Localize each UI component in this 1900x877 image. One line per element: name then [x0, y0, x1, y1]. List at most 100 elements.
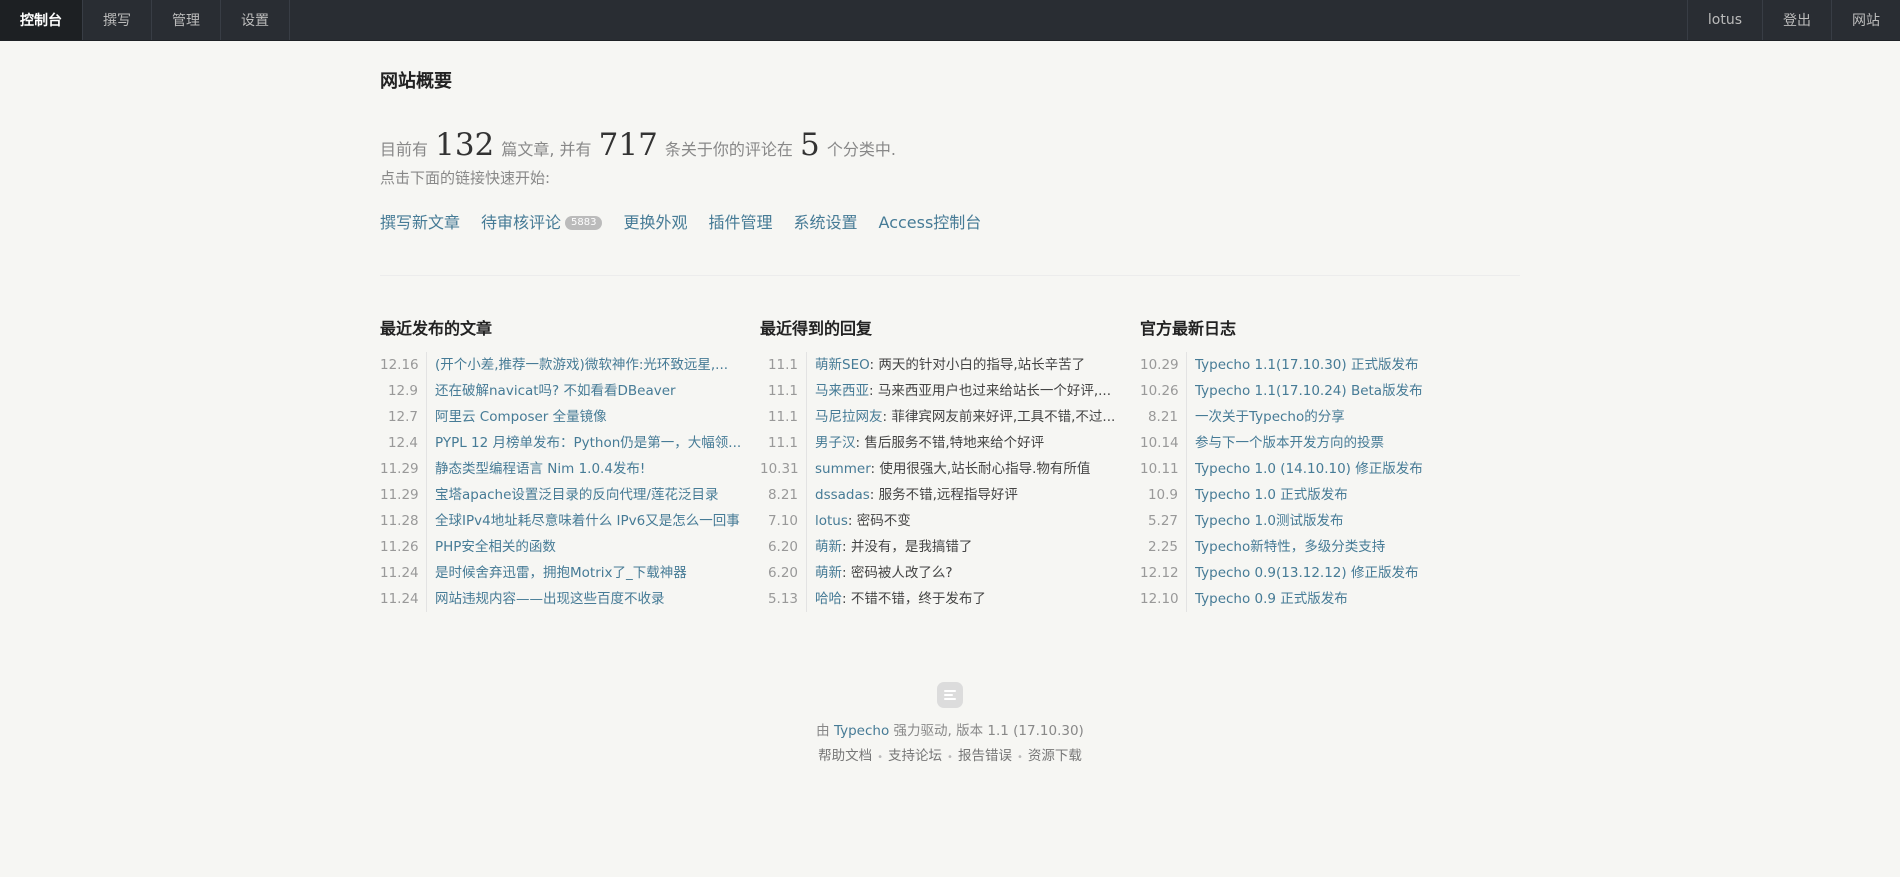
- reply-date: 8.21: [760, 482, 807, 508]
- support-forum-link[interactable]: 支持论坛: [888, 748, 942, 764]
- pending-comments-label: 待审核评论: [481, 213, 562, 232]
- post-row: 11.29 宝塔apache设置泛目录的反向代理/莲花泛目录: [380, 482, 760, 508]
- system-settings-link[interactable]: 系统设置: [794, 213, 858, 232]
- report-bug-link[interactable]: 报告错误: [958, 748, 1012, 764]
- post-title-link[interactable]: 阿里云 Composer 全量镜像: [435, 409, 607, 425]
- pending-count-badge: 5883: [565, 215, 603, 230]
- main-content: 网站概要 目前有 132 篇文章, 并有 717 条关于你的评论在 5 个分类中…: [380, 69, 1520, 766]
- reply-date: 11.1: [760, 378, 807, 404]
- category-count: 5: [800, 127, 820, 163]
- post-title-link[interactable]: 静态类型编程语言 Nim 1.0.4发布!: [435, 461, 645, 477]
- comment-count: 717: [598, 127, 658, 163]
- log-date: 2.25: [1140, 534, 1187, 560]
- reply-author-link[interactable]: 萌新: [815, 539, 842, 555]
- reply-author-link[interactable]: dssadas: [815, 487, 870, 503]
- typecho-logo-icon: [937, 682, 963, 708]
- post-title-link[interactable]: 宝塔apache设置泛目录的反向代理/莲花泛目录: [435, 487, 718, 503]
- log-row: 10.11 Typecho 1.0 (14.10.10) 修正版发布: [1140, 456, 1520, 482]
- post-date: 12.7: [380, 404, 427, 430]
- footer-links: 帮助文档 • 支持论坛 • 报告错误 • 资源下载: [380, 746, 1520, 766]
- log-title-link[interactable]: 一次关于Typecho的分享: [1195, 409, 1345, 425]
- reply-author-link[interactable]: 哈哈: [815, 591, 842, 607]
- reply-author-link[interactable]: 马来西亚: [815, 383, 869, 399]
- post-entry: PYPL 12 月榜单发布：Python仍是第一，大幅领...: [435, 430, 760, 456]
- log-date: 8.21: [1140, 404, 1187, 430]
- plugins-link[interactable]: 插件管理: [709, 213, 773, 232]
- post-count: 132: [435, 127, 495, 163]
- footer-by: 由: [816, 723, 830, 739]
- change-theme-link[interactable]: 更换外观: [623, 213, 687, 232]
- post-title-link[interactable]: 还在破解navicat吗? 不如看看DBeaver: [435, 383, 676, 399]
- log-title-link[interactable]: Typecho 1.1(17.10.30) 正式版发布: [1195, 357, 1418, 373]
- reply-text: : 售后服务不错,特地来给个好评: [855, 435, 1045, 451]
- log-row: 10.26 Typecho 1.1(17.10.24) Beta版发布: [1140, 378, 1520, 404]
- post-title-link[interactable]: PHP安全相关的函数: [435, 539, 556, 555]
- log-date: 10.9: [1140, 482, 1187, 508]
- reply-entry: 萌新SEO: 两天的针对小白的指导,站长辛苦了: [815, 352, 1140, 378]
- reply-author-link[interactable]: 马尼拉网友: [815, 409, 883, 425]
- post-title-link[interactable]: 网站违规内容——出现这些百度不收录: [435, 591, 665, 607]
- recent-replies-section: 最近得到的回复 11.1 萌新SEO: 两天的针对小白的指导,站长辛苦了 11.1 马…: [760, 318, 1140, 612]
- log-date: 10.11: [1140, 456, 1187, 482]
- nav-user[interactable]: lotus: [1686, 0, 1762, 40]
- log-entry: Typecho 1.1(17.10.24) Beta版发布: [1195, 378, 1520, 404]
- post-date: 12.16: [380, 352, 427, 378]
- reply-author-link[interactable]: 萌新: [815, 565, 842, 581]
- write-post-link[interactable]: 撰写新文章: [380, 213, 460, 232]
- log-title-link[interactable]: 参与下一个版本开发方向的投票: [1195, 435, 1384, 451]
- access-console-link[interactable]: Access控制台: [879, 213, 982, 232]
- post-entry: 阿里云 Composer 全量镜像: [435, 404, 760, 430]
- log-title-link[interactable]: Typecho 0.9 正式版发布: [1195, 591, 1348, 607]
- log-title-link[interactable]: Typecho 0.9(13.12.12) 修正版发布: [1195, 565, 1418, 581]
- log-title-link[interactable]: Typecho新特性，多级分类支持: [1195, 539, 1385, 555]
- nav-write[interactable]: 撰写: [83, 0, 152, 40]
- log-title-link[interactable]: Typecho 1.0测试版发布: [1195, 513, 1344, 529]
- log-title-link[interactable]: Typecho 1.1(17.10.24) Beta版发布: [1195, 383, 1423, 399]
- reply-author-link[interactable]: lotus: [815, 513, 848, 529]
- recent-replies-list: 11.1 萌新SEO: 两天的针对小白的指导,站长辛苦了 11.1 马来西亚: 马来西…: [760, 352, 1140, 612]
- help-docs-link[interactable]: 帮助文档: [818, 748, 872, 764]
- dashboard-columns: 最近发布的文章 12.16 (开个小差,推荐一款游戏)微软神作:光环致远星,...…: [380, 318, 1520, 612]
- nav-dashboard[interactable]: 控制台: [0, 0, 83, 40]
- reply-entry: 萌新: 密码被人改了么?: [815, 560, 1140, 586]
- log-date: 12.10: [1140, 586, 1187, 612]
- log-entry: Typecho 1.1(17.10.30) 正式版发布: [1195, 352, 1520, 378]
- reply-row: 11.1 男子汉: 售后服务不错,特地来给个好评: [760, 430, 1140, 456]
- post-title-link[interactable]: PYPL 12 月榜单发布：Python仍是第一，大幅领...: [435, 435, 741, 451]
- post-title-link[interactable]: 是时候舍弃迅雷，拥抱Motrix了_下载神器: [435, 565, 687, 581]
- reply-date: 7.10: [760, 508, 807, 534]
- nav-right: lotus 登出 网站: [1686, 0, 1900, 40]
- reply-text: : 密码被人改了么?: [842, 565, 953, 581]
- log-entry: 参与下一个版本开发方向的投票: [1195, 430, 1520, 456]
- reply-entry: lotus: 密码不变: [815, 508, 1140, 534]
- log-row: 10.14 参与下一个版本开发方向的投票: [1140, 430, 1520, 456]
- nav-site[interactable]: 网站: [1831, 0, 1900, 40]
- log-entry: Typecho 1.0测试版发布: [1195, 508, 1520, 534]
- post-row: 11.28 全球IPv4地址耗尽意味着什么 IPv6又是怎么一回事: [380, 508, 760, 534]
- log-row: 5.27 Typecho 1.0测试版发布: [1140, 508, 1520, 534]
- post-row: 11.24 是时候舍弃迅雷，拥抱Motrix了_下载神器: [380, 560, 760, 586]
- post-entry: 网站违规内容——出现这些百度不收录: [435, 586, 760, 612]
- typecho-link[interactable]: Typecho: [834, 723, 889, 739]
- reply-author-link[interactable]: summer: [815, 461, 871, 477]
- pending-comments-link[interactable]: 待审核评论 5883: [481, 213, 603, 232]
- log-title-link[interactable]: Typecho 1.0 正式版发布: [1195, 487, 1348, 503]
- reply-date: 6.20: [760, 534, 807, 560]
- post-title-link[interactable]: 全球IPv4地址耗尽意味着什么 IPv6又是怎么一回事: [435, 513, 740, 529]
- log-title-link[interactable]: Typecho 1.0 (14.10.10) 修正版发布: [1195, 461, 1423, 477]
- post-entry: 全球IPv4地址耗尽意味着什么 IPv6又是怎么一回事: [435, 508, 760, 534]
- reply-author-link[interactable]: 萌新SEO: [815, 357, 870, 373]
- reply-row: 11.1 马尼拉网友: 菲律宾网友前来好评,工具不错,不过...: [760, 404, 1140, 430]
- post-title-link[interactable]: (开个小差,推荐一款游戏)微软神作:光环致远星,...: [435, 357, 728, 373]
- post-date: 11.28: [380, 508, 427, 534]
- reply-text: : 使用很强大,站长耐心指导.物有所值: [870, 461, 1091, 477]
- log-entry: Typecho 0.9 正式版发布: [1195, 586, 1520, 612]
- reply-date: 10.31: [760, 456, 807, 482]
- reply-author-link[interactable]: 男子汉: [815, 435, 856, 451]
- resource-download-link[interactable]: 资源下载: [1028, 748, 1082, 764]
- log-row: 2.25 Typecho新特性，多级分类支持: [1140, 534, 1520, 560]
- nav-manage[interactable]: 管理: [152, 0, 221, 40]
- nav-settings[interactable]: 设置: [221, 0, 290, 40]
- official-logs-title: 官方最新日志: [1140, 319, 1237, 338]
- nav-logout[interactable]: 登出: [1762, 0, 1831, 40]
